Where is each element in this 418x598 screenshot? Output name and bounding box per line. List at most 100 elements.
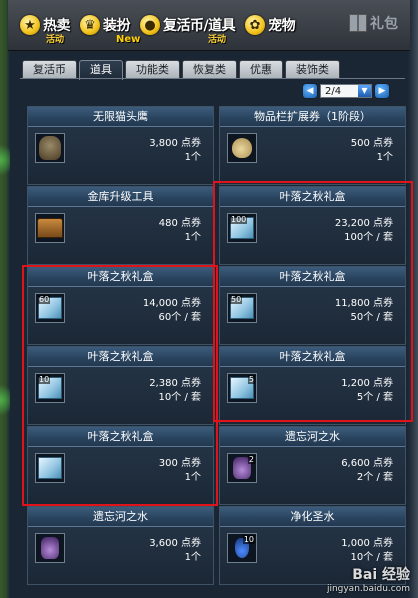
item-quantity: 100个 / 套 xyxy=(344,232,393,243)
item-title: 叶落之秋礼盒 xyxy=(28,347,213,367)
nav-badge: 活动 xyxy=(46,35,65,45)
item-card[interactable]: 遗忘河之水 3,600 点券 1个 xyxy=(27,506,214,585)
page-value: 2/4 xyxy=(325,86,342,97)
chest-icon xyxy=(35,213,65,243)
watermark: Bai 经验 jingyan.baidu.com xyxy=(327,564,410,594)
tab-items[interactable]: 道具 xyxy=(79,60,123,80)
item-quantity: 10个 / 套 xyxy=(350,552,393,563)
item-quantity: 10个 / 套 xyxy=(158,392,201,403)
next-page-icon[interactable]: ▶ xyxy=(375,84,389,98)
potion-icon xyxy=(35,533,65,563)
item-title: 净化圣水 xyxy=(220,507,405,527)
top-nav-bar: ★ 热卖 活动 ♛ 装扮 New ● 复活币/道具 活动 ✿ 宠物 礼包 xyxy=(8,0,410,51)
coin-icon: ● xyxy=(140,15,160,35)
pager: ◀ 2/4 ▼ ▶ xyxy=(303,84,389,98)
holy-water-icon: 10 xyxy=(227,533,257,563)
tab-decoration[interactable]: 装饰类 xyxy=(285,60,340,79)
item-card[interactable]: 叶落之秋礼盒 300 点券 1个 xyxy=(27,426,214,505)
item-price: 14,000 点券 xyxy=(142,298,201,309)
item-price: 500 点券 xyxy=(350,138,393,149)
item-quantity: 1个 xyxy=(184,472,201,483)
category-tabs: 复活币 道具 功能类 恢复类 优惠 装饰类 xyxy=(22,60,342,80)
bag-icon xyxy=(227,133,257,163)
owl-icon xyxy=(35,133,65,163)
item-price: 1,200 点券 xyxy=(341,378,393,389)
gift-box-icon: 10 xyxy=(35,373,65,403)
item-price: 3,800 点券 xyxy=(149,138,201,149)
star-icon: ★ xyxy=(20,15,40,35)
item-quantity: 1个 xyxy=(184,232,201,243)
item-card[interactable]: 无限猫头鹰 3,800 点券 1个 xyxy=(27,106,214,185)
watermark-logo: Bai 经验 xyxy=(352,567,410,583)
item-title: 叶落之秋礼盒 xyxy=(220,347,405,367)
gift-box-icon: 50 xyxy=(227,293,257,323)
nav-outfit[interactable]: ♛ 装扮 New xyxy=(76,0,140,50)
nav-revive-items[interactable]: ● 复活币/道具 活动 xyxy=(136,0,241,50)
item-quantity: 1个 xyxy=(376,152,393,163)
item-price: 6,600 点券 xyxy=(341,458,393,469)
item-price: 23,200 点券 xyxy=(334,218,393,229)
top-nav: ★ 热卖 活动 ♛ 装扮 New ● 复活币/道具 活动 ✿ 宠物 xyxy=(16,0,301,50)
gift-box-icon: 5 xyxy=(227,373,257,403)
item-title: 无限猫头鹰 xyxy=(28,107,213,127)
item-card[interactable]: 叶落之秋礼盒 5 1,200 点券 5个 / 套 xyxy=(219,346,406,425)
item-title: 金库升级工具 xyxy=(28,187,213,207)
page-select[interactable]: 2/4 ▼ xyxy=(320,84,372,98)
tab-function[interactable]: 功能类 xyxy=(125,60,180,79)
item-stack-badge: 10 xyxy=(242,535,255,544)
item-title: 叶落之秋礼盒 xyxy=(220,187,405,207)
nav-badge: 活动 xyxy=(208,35,227,45)
prev-page-icon[interactable]: ◀ xyxy=(303,84,317,98)
nav-hot-sale[interactable]: ★ 热卖 活动 xyxy=(16,0,76,50)
item-quantity: 5个 / 套 xyxy=(356,392,393,403)
gift-pack-button[interactable]: 礼包 xyxy=(349,13,398,33)
tab-recovery[interactable]: 恢复类 xyxy=(182,60,237,79)
item-price: 3,600 点券 xyxy=(149,538,201,549)
item-card[interactable]: 叶落之秋礼盒 100 23,200 点券 100个 / 套 xyxy=(219,186,406,265)
item-price: 1,000 点券 xyxy=(341,538,393,549)
item-price: 11,800 点券 xyxy=(334,298,393,309)
item-title: 物品栏扩展券（1阶段） xyxy=(220,107,405,127)
item-card[interactable]: 叶落之秋礼盒 10 2,380 点券 10个 / 套 xyxy=(27,346,214,425)
gift-box-icon xyxy=(35,453,65,483)
item-stack-badge: 100 xyxy=(230,215,248,224)
item-stack-badge: 2 xyxy=(247,455,255,464)
item-price: 300 点券 xyxy=(158,458,201,469)
side-decoration xyxy=(0,140,10,180)
item-stack-badge: 5 xyxy=(247,375,255,384)
item-stack-badge: 10 xyxy=(38,375,51,384)
tab-discount[interactable]: 优惠 xyxy=(239,60,283,79)
item-price: 2,380 点券 xyxy=(149,378,201,389)
item-title: 叶落之秋礼盒 xyxy=(220,267,405,287)
gift-box-icon: 100 xyxy=(227,213,257,243)
item-quantity: 1个 xyxy=(184,552,201,563)
tab-revive-coin[interactable]: 复活币 xyxy=(22,60,77,79)
item-stack-badge: 50 xyxy=(230,295,243,304)
item-card[interactable]: 物品栏扩展券（1阶段） 500 点券 1个 xyxy=(219,106,406,185)
tab-divider xyxy=(20,78,405,79)
side-decoration xyxy=(0,380,10,420)
item-title: 遗忘河之水 xyxy=(28,507,213,527)
item-quantity: 60个 / 套 xyxy=(158,312,201,323)
gift-label: 礼包 xyxy=(370,16,398,32)
item-stack-badge: 60 xyxy=(38,295,51,304)
watermark-url: jingyan.baidu.com xyxy=(326,584,410,594)
item-card[interactable]: 叶落之秋礼盒 60 14,000 点券 60个 / 套 xyxy=(27,266,214,345)
item-card[interactable]: 遗忘河之水 2 6,600 点券 2个 / 套 xyxy=(219,426,406,505)
chevron-down-icon: ▼ xyxy=(358,85,371,97)
item-title: 叶落之秋礼盒 xyxy=(28,267,213,287)
item-title: 叶落之秋礼盒 xyxy=(28,427,213,447)
nav-pets[interactable]: ✿ 宠物 xyxy=(241,0,301,50)
item-quantity: 2个 / 套 xyxy=(356,472,393,483)
nav-label: 宠物 xyxy=(268,18,296,34)
paw-icon: ✿ xyxy=(245,15,266,35)
nav-label: 装扮 xyxy=(103,18,131,34)
item-card[interactable]: 金库升级工具 480 点券 1个 xyxy=(27,186,214,265)
item-price: 480 点券 xyxy=(158,218,201,229)
potion-icon: 2 xyxy=(227,453,257,483)
item-quantity: 1个 xyxy=(184,152,201,163)
item-quantity: 50个 / 套 xyxy=(350,312,393,323)
item-card[interactable]: 叶落之秋礼盒 50 11,800 点券 50个 / 套 xyxy=(219,266,406,345)
gift-box-icon: 60 xyxy=(35,293,65,323)
item-title: 遗忘河之水 xyxy=(220,427,405,447)
